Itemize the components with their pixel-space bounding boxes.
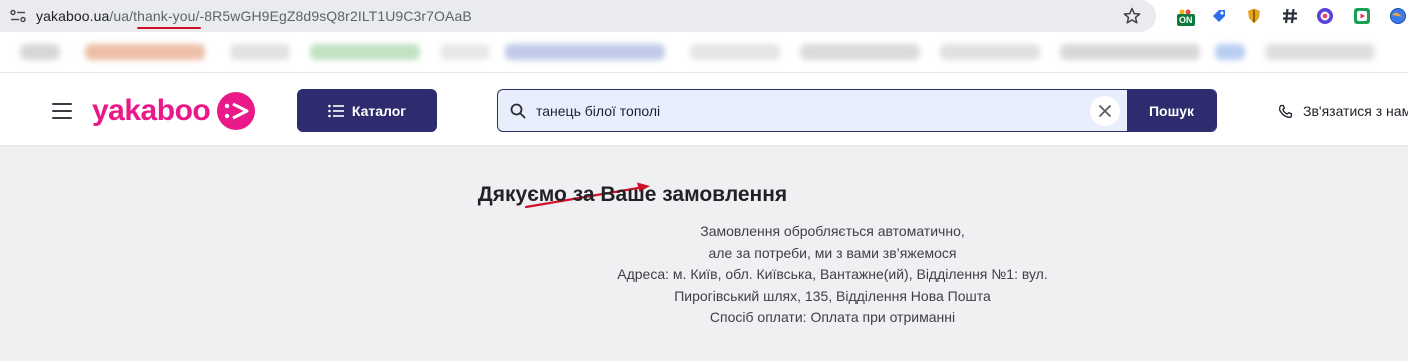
bookmark-item[interactable] [85,44,205,60]
bookmark-item[interactable] [505,44,665,60]
contact-link[interactable]: Зв'язатися з нам [1278,103,1408,119]
search-bar: Пошук [497,89,1217,132]
search-input[interactable] [536,90,1076,131]
color-picker-extension-icon[interactable] [1316,7,1334,25]
browser-toolbar: yakaboo.ua/ua/thank-you/-8R5wGH9EgZ8d9sQ… [0,0,1408,34]
shield-extension-icon[interactable] [1245,7,1263,25]
close-icon [1099,105,1111,117]
logo-text: yakaboo [92,94,211,127]
extension-on-badge: ON [1177,14,1195,26]
url-host: yakaboo.ua [36,8,110,24]
logo-scissors-icon [217,92,256,130]
address-bar[interactable]: yakaboo.ua/ua/thank-you/-8R5wGH9EgZ8d9sQ… [0,0,1156,32]
logo[interactable]: yakaboo [92,89,256,133]
bookmark-item[interactable] [310,44,420,60]
url-path: /ua/thank-you/-8R5wGH9EgZ8d9sQ8r2ILT1U9C… [109,8,472,24]
delivery-address-line: Пирогівський шлях, 135, Відділення Нова … [674,287,991,304]
bookmark-item[interactable] [20,44,60,60]
tag-extension-icon[interactable] [1210,7,1228,25]
bookmark-item[interactable] [440,44,490,60]
contact-label: Зв'язатися з нам [1303,103,1408,119]
order-info-line: але за потреби, ми з вами зв’яжемося [708,244,957,261]
order-info: Замовлення обробляється автоматично, але… [560,221,1105,329]
bookmark-item[interactable] [230,44,290,60]
site-info-icon[interactable] [10,9,26,23]
search-button[interactable]: Пошук [1127,90,1216,131]
bookmark-star-icon[interactable] [1122,6,1142,26]
payment-method-line: Спосіб оплати: Оплата при отриманні [709,309,956,325]
globe-extension-icon[interactable] [1389,7,1407,25]
catalog-button[interactable]: Каталог [297,89,437,132]
catalog-button-label: Каталог [351,102,407,119]
list-icon [328,104,344,117]
menu-burger-icon[interactable] [52,103,72,119]
search-icon [510,103,526,119]
url-text[interactable]: yakaboo.ua/ua/thank-you/-8R5wGH9EgZ8d9sQ… [36,8,472,24]
delivery-address-line: Адреса: м. Київ, обл. Київська, Вантажне… [617,266,1048,282]
annotation-underline [137,27,201,29]
bookmark-item[interactable] [1265,44,1375,60]
bookmark-item[interactable] [940,44,1040,60]
hash-extension-icon[interactable] [1281,7,1299,25]
site-header: yakaboo Каталог Пошук [0,72,1408,146]
phone-icon [1279,104,1293,118]
clear-search-button[interactable] [1090,96,1120,126]
bookmarks-bar [0,34,1408,72]
bookmark-item[interactable] [690,44,780,60]
extension-on-icon[interactable]: ON [1177,8,1197,28]
order-info-line: Замовлення обробляється автоматично, [700,223,965,239]
thank-you-title: Дякуємо за Ваше замовлення [477,183,788,206]
bookmark-item[interactable] [1060,44,1200,60]
video-extension-icon[interactable] [1353,7,1371,25]
bookmark-item[interactable] [800,44,920,60]
bookmark-item[interactable] [1215,44,1245,60]
